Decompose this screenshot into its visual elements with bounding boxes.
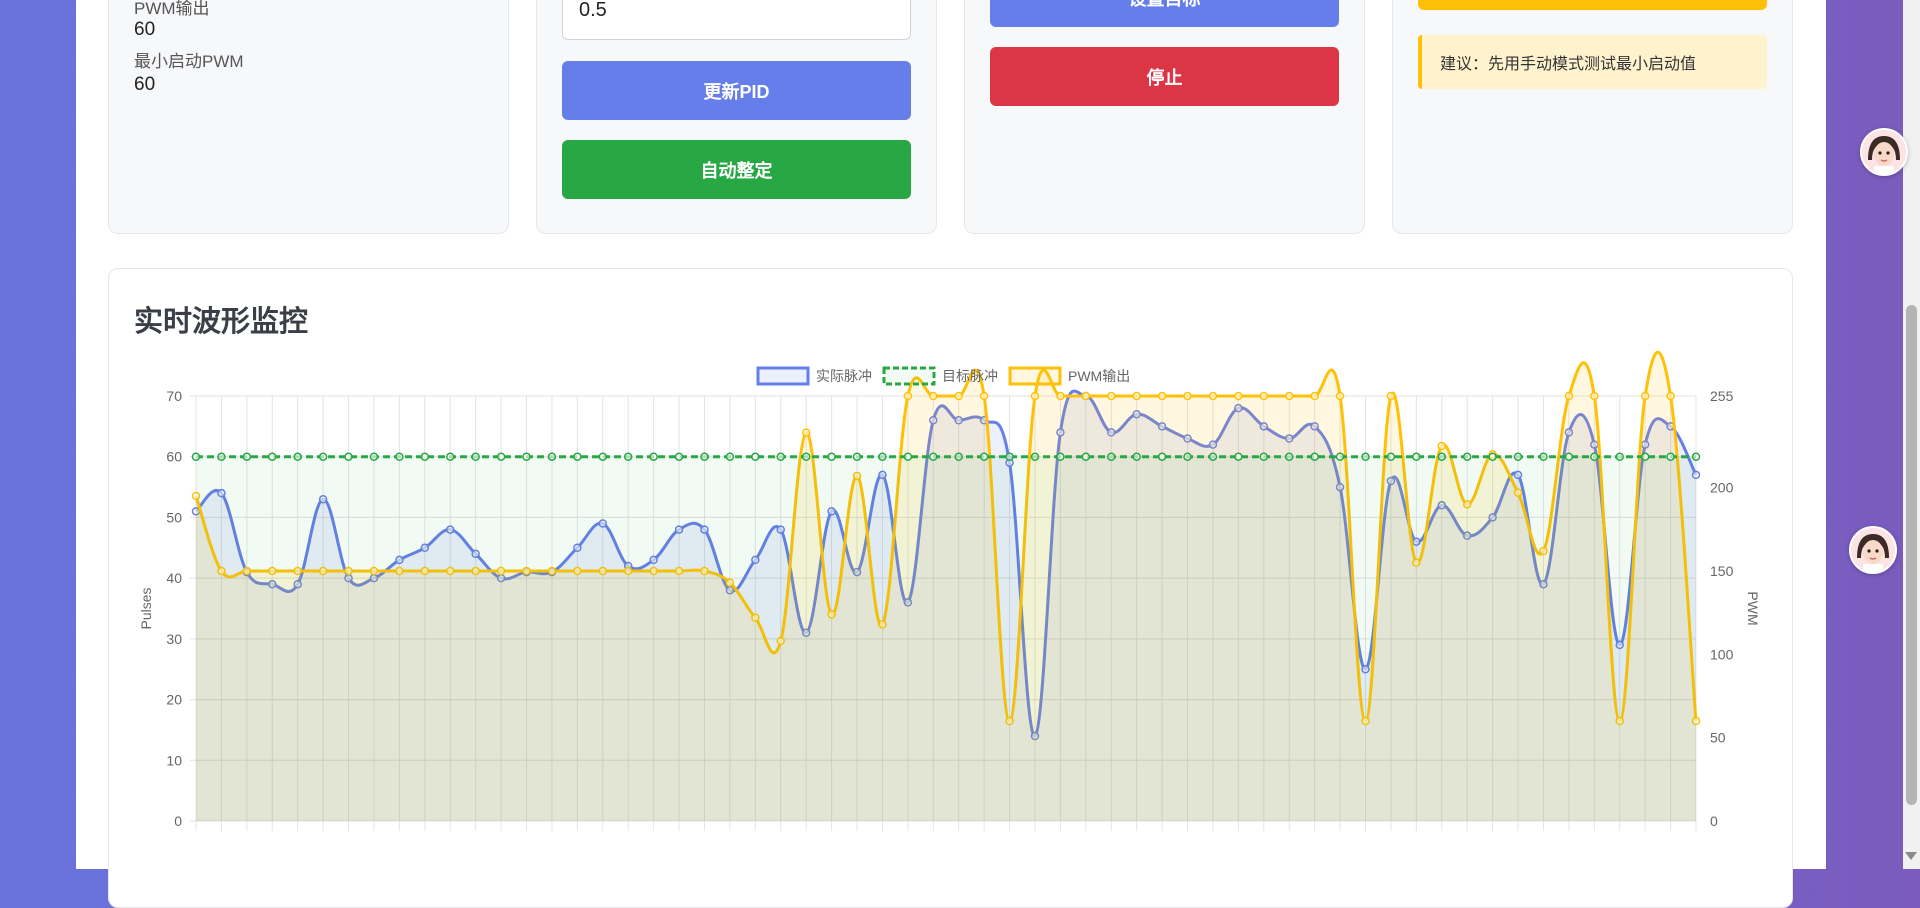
scrollbar-thumb[interactable] xyxy=(1906,305,1917,805)
min-start-pwm-value: 60 xyxy=(134,74,156,95)
set-target-button[interactable]: 设置目标 xyxy=(990,0,1339,27)
pid-param-input[interactable]: 0.5 xyxy=(562,0,911,40)
assistant-avatar-small-icon[interactable] xyxy=(1849,526,1897,574)
control-card xyxy=(964,0,1365,234)
assistant-avatar-icon[interactable] xyxy=(1860,128,1908,176)
update-pid-button[interactable]: 更新PID xyxy=(562,61,911,120)
avatar-face-icon xyxy=(1862,130,1906,174)
status-card xyxy=(108,0,509,234)
avatar-face-icon xyxy=(1851,528,1895,572)
chart-title: 实时波形监控 xyxy=(134,306,309,338)
manual-mode-button[interactable] xyxy=(1418,0,1767,10)
pwm-output-label: PWM输出 xyxy=(134,0,210,18)
stop-button[interactable]: 停止 xyxy=(990,47,1339,106)
scroll-down-arrow-icon[interactable] xyxy=(1905,852,1917,860)
min-start-pwm-label: 最小启动PWM xyxy=(134,52,244,71)
chart-card xyxy=(108,268,1793,908)
auto-tune-button[interactable]: 自动整定 xyxy=(562,140,911,199)
manual-hint: 建议：先用手动模式测试最小启动值 xyxy=(1418,35,1767,89)
pwm-output-value: 60 xyxy=(134,19,156,40)
